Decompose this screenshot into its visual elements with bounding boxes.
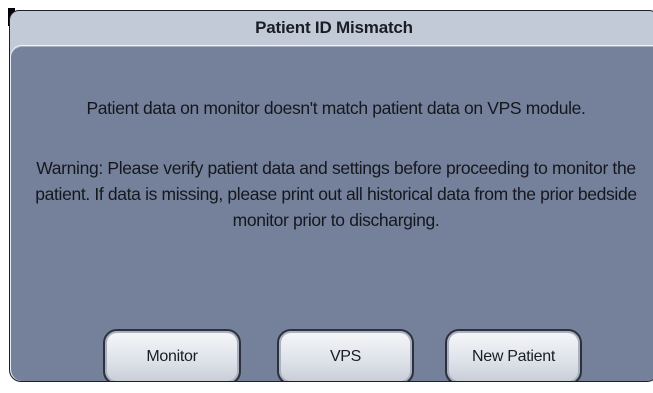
new-patient-button[interactable]: New Patient bbox=[445, 329, 582, 381]
monitor-button[interactable]: Monitor bbox=[103, 329, 241, 381]
vps-button[interactable]: VPS bbox=[277, 329, 414, 381]
mismatch-message: Patient data on monitor doesn't match pa… bbox=[86, 98, 586, 118]
dialog-body: Patient data on monitor doesn't match pa… bbox=[10, 45, 653, 381]
warning-message: Warning: Please verify patient data and … bbox=[35, 158, 637, 230]
dialog-title: Patient ID Mismatch bbox=[255, 18, 413, 37]
dialog-title-bar: Patient ID Mismatch bbox=[10, 11, 653, 45]
patient-id-mismatch-dialog: Patient ID Mismatch Patient data on moni… bbox=[9, 10, 653, 382]
